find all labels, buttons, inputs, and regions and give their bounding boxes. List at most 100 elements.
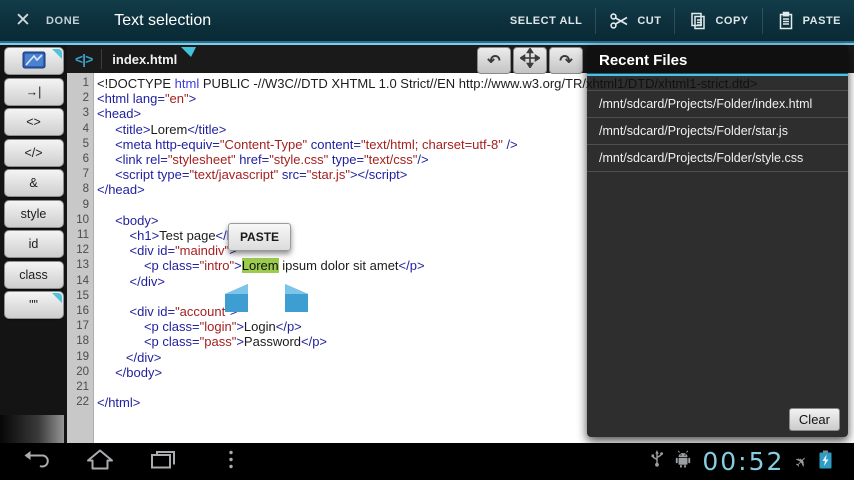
- clipboard-icon: [776, 11, 796, 31]
- dialog-accent-line: [587, 74, 848, 76]
- line-numbers: 1 2 3 4 5 6 7 8 9 10 11 12 13 14 15 16 17 18 19 20 21 22: [67, 73, 94, 443]
- sidebar-button-id[interactable]: id: [3, 230, 64, 258]
- code-segment: <script type=: [115, 167, 190, 183]
- code-segment: "intro": [199, 258, 235, 274]
- sidebar-button-class[interactable]: class: [3, 260, 64, 289]
- sidebar-button-tab[interactable]: →|: [3, 77, 64, 106]
- sidebar-button-label: </>: [24, 145, 43, 160]
- copy-button[interactable]: COPY: [675, 0, 761, 41]
- code-segment: />: [502, 136, 518, 152]
- code-segment: href=: [235, 152, 270, 168]
- close-icon[interactable]: ✕: [0, 9, 46, 32]
- code-segment: Login: [243, 319, 276, 335]
- recent-files-title: Recent Files: [599, 52, 688, 69]
- code-segment: <body>: [115, 212, 159, 228]
- adb-android-icon: [675, 450, 691, 473]
- move-button[interactable]: [513, 46, 547, 74]
- code-segment: "login": [199, 319, 237, 335]
- code-segment: content=: [307, 136, 361, 152]
- code-segment: <meta http-equiv=: [115, 136, 220, 152]
- back-button[interactable]: [23, 448, 51, 475]
- recent-apps-button[interactable]: [149, 448, 177, 475]
- selection-handle-left-icon[interactable]: [225, 284, 249, 317]
- line-number: 19: [76, 350, 89, 363]
- long-press-flag-icon: [51, 49, 62, 59]
- recent-file-item[interactable]: /mnt/sdcard/Projects/Folder/style.css: [587, 145, 848, 172]
- code-tab-icon: <|>: [75, 51, 93, 67]
- code-segment: "Content-Type": [219, 136, 308, 152]
- line-number: 6: [82, 153, 89, 166]
- code-segment: Test page: [159, 228, 216, 244]
- sidebar-button-close-tag[interactable]: </>: [3, 138, 64, 167]
- selection-handle-right-icon[interactable]: [284, 284, 308, 317]
- sidebar-button-angle-brackets[interactable]: <>: [3, 108, 64, 136]
- editor-quick-buttons: ↶ ↷: [477, 46, 583, 74]
- scissors-icon: [609, 11, 630, 31]
- code-segment: ></script>: [349, 167, 408, 183]
- done-button[interactable]: DONE: [46, 15, 80, 27]
- menu-overflow-icon[interactable]: [228, 448, 234, 475]
- recent-file-item[interactable]: /mnt/sdcard/Projects/Folder/star.js: [587, 118, 848, 145]
- recent-files-dialog: Recent Files /mnt/sdcard/Projects/Folder…: [587, 45, 848, 437]
- sidebar-fade: [0, 415, 64, 443]
- undo-icon: ↶: [487, 52, 501, 70]
- code-segment: "maindiv": [175, 243, 230, 259]
- line-number: 10: [76, 213, 89, 226]
- line-number: 3: [82, 107, 89, 120]
- line-number: 4: [82, 122, 89, 135]
- line-number: 1: [82, 77, 89, 89]
- code-segment: >: [234, 258, 242, 274]
- code-segment: "en": [164, 91, 189, 107]
- long-press-flag-icon: [51, 293, 62, 303]
- line-number: 14: [76, 274, 89, 287]
- code-segment: html: [174, 76, 200, 91]
- paste-popup-button[interactable]: PASTE: [228, 223, 291, 251]
- code-segment: </body>: [115, 364, 163, 380]
- code-segment: <div id=: [129, 304, 176, 320]
- recent-file-item[interactable]: /mnt/sdcard/Projects/Folder/index.html: [587, 90, 848, 118]
- line-number: 7: [82, 168, 89, 181]
- sidebar-button-quotes[interactable]: "": [3, 291, 64, 319]
- code-segment: </div>: [129, 273, 165, 289]
- undo-button[interactable]: ↶: [477, 47, 511, 74]
- line-number: 17: [76, 320, 89, 333]
- redo-icon: ↷: [559, 52, 573, 70]
- status-clock[interactable]: 00:52: [702, 447, 784, 476]
- line-number: 21: [76, 381, 89, 394]
- code-segment: <head>: [97, 106, 142, 122]
- line-number: 5: [82, 137, 89, 150]
- sidebar-button-style[interactable]: style: [3, 199, 64, 228]
- home-button[interactable]: [86, 448, 114, 475]
- cut-button[interactable]: CUT: [596, 0, 674, 41]
- tab-filename[interactable]: index.html: [112, 52, 177, 67]
- redo-button[interactable]: ↷: [549, 47, 583, 74]
- code-segment: <p class=: [143, 319, 200, 335]
- clear-button[interactable]: Clear: [788, 408, 840, 431]
- line-number: 22: [76, 396, 89, 409]
- sidebar-button-label: →|: [25, 84, 42, 99]
- sidebar-button-ampersand[interactable]: &: [3, 169, 64, 197]
- select-all-button[interactable]: SELECT ALL: [497, 0, 595, 41]
- code-segment: Lorem: [150, 121, 188, 137]
- code-segment: <!DOCTYPE: [97, 76, 175, 91]
- image-icon: [22, 51, 46, 72]
- action-bar-actions: SELECT ALL CUT COPY PASTE: [497, 0, 854, 41]
- sidebar-button-image[interactable]: [3, 47, 64, 75]
- sidebar-button-label: id: [28, 237, 39, 251]
- code-segment: "style.css": [269, 152, 329, 168]
- code-segment: </title>: [187, 121, 227, 137]
- paste-button[interactable]: PASTE: [763, 0, 854, 41]
- selected-text[interactable]: Lorem: [241, 258, 279, 274]
- code-segment: <html lang=: [97, 91, 165, 107]
- recent-files-list: /mnt/sdcard/Projects/Folder/index.html /…: [587, 90, 848, 172]
